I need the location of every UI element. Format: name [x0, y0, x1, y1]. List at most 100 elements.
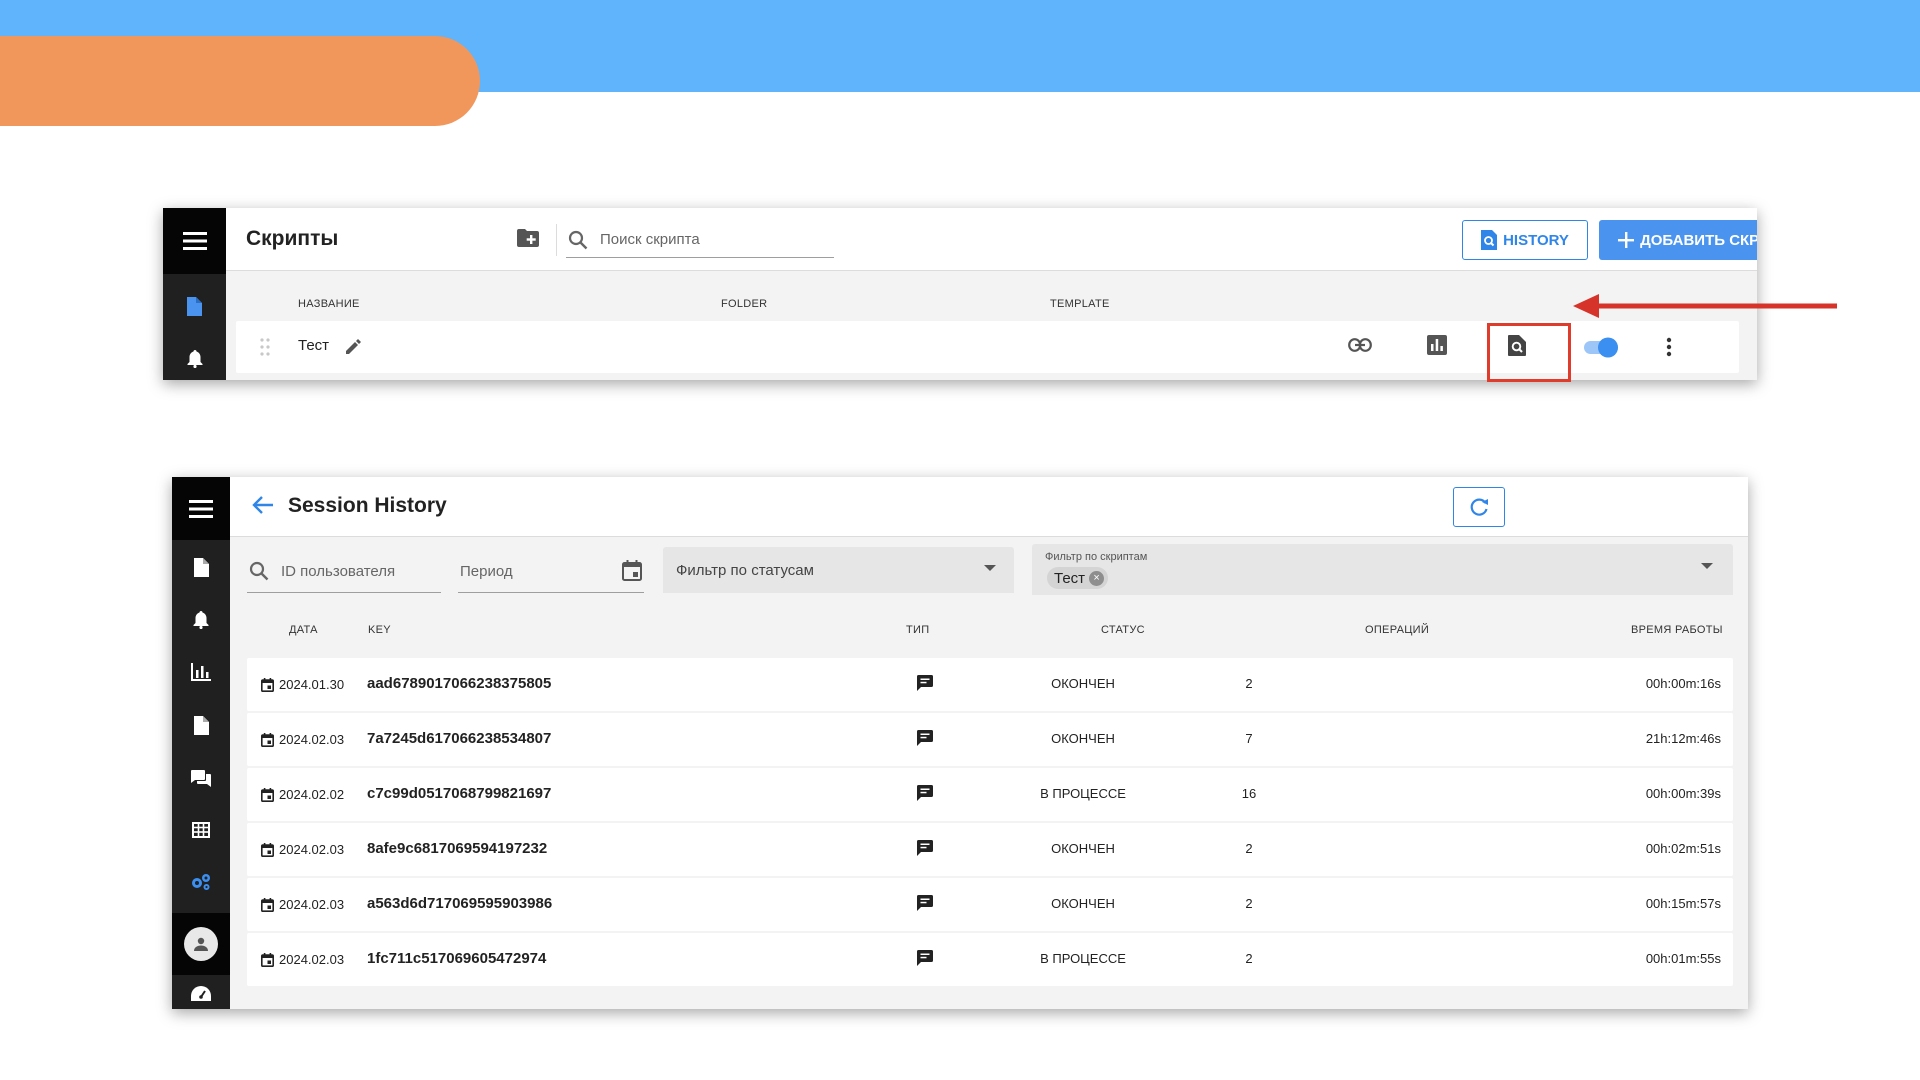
date-value: 2024.02.03 — [279, 897, 345, 912]
table-row[interactable]: 2024.02.03 a563d6d717069595903986 ОКОНЧЕН 2… — [247, 878, 1733, 931]
sidebar — [172, 477, 230, 1009]
sidebar-item-scripts[interactable] — [163, 286, 226, 326]
calendar-icon[interactable] — [622, 560, 642, 581]
table-row[interactable]: 2024.02.03 7a7245d617066238534807 ОКОНЧЕН 7… — [247, 713, 1733, 766]
session-table: 2024.01.30 aad6789017066238375805 ОКОНЧЕН 2… — [247, 658, 1733, 988]
chip-remove-icon[interactable]: × — [1089, 570, 1105, 586]
stats-icon[interactable] — [1427, 335, 1447, 355]
add-script-button[interactable]: ДОБАВИТЬ СКРИПТ — [1599, 220, 1757, 260]
link-icon[interactable] — [1348, 338, 1372, 352]
chat-icon — [191, 769, 211, 787]
date-cell: 2024.01.30 — [261, 677, 344, 692]
refresh-icon — [1470, 498, 1488, 516]
scripts-header: Скрипты Поиск скрипта HISTORY ДОБАВИТЬ С… — [226, 208, 1757, 271]
type-cell — [917, 675, 933, 694]
sidebar-item-dashboard[interactable] — [172, 974, 230, 1009]
column-header-template: TEMPLATE — [1050, 298, 1110, 310]
status-cell: ОКОНЧЕН — [1051, 896, 1115, 911]
column-header-runtime: ВРЕМЯ РАБОТЫ — [1631, 624, 1723, 636]
gears-icon — [192, 874, 210, 890]
toggle-switch[interactable] — [1582, 335, 1622, 359]
user-id-filter[interactable]: ID пользователя — [247, 549, 441, 593]
sidebar-item-documents[interactable] — [172, 705, 230, 745]
user-id-placeholder: ID пользователя — [281, 563, 396, 580]
dropdown-icon — [1701, 563, 1713, 569]
runtime-cell: 00h:00m:39s — [1645, 786, 1721, 801]
date-cell: 2024.02.03 — [261, 897, 344, 912]
menu-button[interactable] — [172, 477, 230, 540]
calendar-icon — [261, 732, 274, 747]
message-icon — [917, 950, 933, 966]
period-filter[interactable]: Период — [458, 549, 644, 593]
type-cell — [917, 785, 933, 804]
chart-icon — [191, 663, 211, 681]
menu-button[interactable] — [163, 208, 226, 274]
calendar-icon — [261, 897, 274, 912]
more-vertical-icon[interactable] — [1666, 337, 1672, 357]
table-row[interactable]: 2024.01.30 aad6789017066238375805 ОКОНЧЕН 2… — [247, 658, 1733, 711]
history-button[interactable]: HISTORY — [1462, 220, 1588, 260]
search-input[interactable]: Поиск скрипта — [566, 222, 834, 258]
message-icon — [917, 895, 933, 911]
date-value: 2024.02.03 — [279, 842, 345, 857]
add-folder-button[interactable] — [517, 229, 539, 252]
document-icon — [187, 296, 202, 316]
sidebar-item-notifications[interactable] — [172, 600, 230, 640]
user-avatar[interactable] — [172, 913, 230, 975]
drag-handle-icon[interactable] — [260, 338, 270, 356]
operations-cell: 2 — [1245, 896, 1253, 911]
pencil-icon[interactable] — [346, 338, 362, 354]
date-value: 2024.02.03 — [279, 952, 345, 967]
table-row[interactable]: 2024.02.03 8afe9c6817069594197232 ОКОНЧЕН 2… — [247, 823, 1733, 876]
sidebar-item-scripts[interactable] — [172, 547, 230, 587]
sidebar-item-analytics[interactable] — [172, 652, 230, 692]
back-arrow-icon[interactable] — [252, 495, 274, 515]
message-icon — [917, 675, 933, 691]
divider — [556, 224, 557, 256]
type-cell — [917, 950, 933, 969]
calendar-icon — [261, 787, 274, 802]
column-header-name: НАЗВАНИЕ — [298, 298, 360, 310]
message-icon — [917, 785, 933, 801]
document-icon — [193, 715, 209, 735]
calendar-icon — [261, 677, 274, 692]
calendar-icon — [261, 952, 274, 967]
scripts-filter-select[interactable]: Фильтр по скриптам Тест × — [1032, 544, 1733, 595]
sidebar-item-chats[interactable] — [172, 758, 230, 798]
session-history-header: Session History — [230, 477, 1748, 537]
calendar-icon — [261, 842, 274, 857]
refresh-button[interactable] — [1453, 487, 1505, 527]
session-key: 1fc711c517069605472974 — [367, 950, 547, 967]
sidebar-item-settings[interactable] — [172, 862, 230, 902]
type-cell — [917, 895, 933, 914]
script-chip-label: Тест — [1054, 569, 1086, 587]
type-cell — [917, 730, 933, 749]
status-cell: ОКОНЧЕН — [1051, 676, 1115, 691]
message-icon — [917, 730, 933, 746]
menu-icon — [189, 499, 213, 518]
date-cell: 2024.02.03 — [261, 842, 344, 857]
operations-cell: 16 — [1241, 786, 1257, 801]
status-filter-select[interactable]: Фильтр по статусам — [663, 547, 1014, 593]
type-cell — [917, 840, 933, 859]
runtime-cell: 00h:15m:57s — [1645, 896, 1721, 911]
session-key: c7c99d0517068799821697 — [367, 785, 552, 802]
table-row[interactable]: 2024.02.02 c7c99d0517068799821697 В ПРОЦЕС… — [247, 768, 1733, 821]
bell-icon — [187, 350, 202, 368]
session-key: 7a7245d617066238534807 — [367, 730, 552, 747]
folder-add-icon — [517, 229, 539, 247]
runtime-cell: 21h:12m:46s — [1645, 731, 1721, 746]
table-row[interactable]: 2024.02.03 1fc711c517069605472974 В ПРОЦЕС… — [247, 933, 1733, 986]
sidebar-item-tables[interactable] — [172, 810, 230, 850]
sidebar — [163, 208, 226, 380]
column-header-key: KEY — [368, 624, 391, 636]
page-title: Session History — [288, 494, 447, 517]
search-icon — [568, 230, 588, 250]
sidebar-item-notifications[interactable] — [163, 339, 226, 379]
add-script-label: ДОБАВИТЬ СКРИПТ — [1640, 231, 1757, 249]
dropdown-icon — [984, 565, 996, 571]
column-header-operations: ОПЕРАЦИЙ — [1365, 624, 1430, 636]
avatar — [184, 927, 218, 961]
runtime-cell: 00h:00m:16s — [1645, 676, 1721, 691]
script-chip[interactable]: Тест × — [1047, 567, 1109, 589]
